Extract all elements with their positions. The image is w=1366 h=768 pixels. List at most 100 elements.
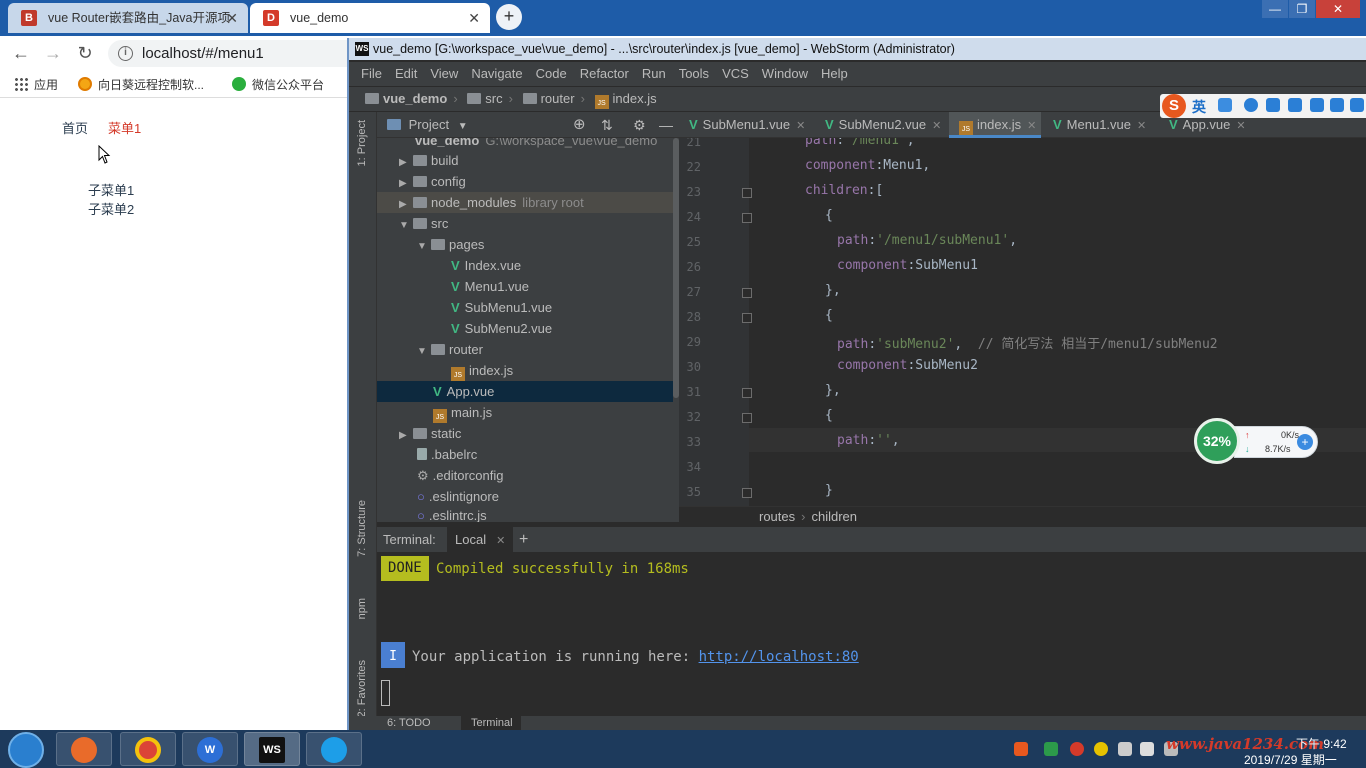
crumb-router[interactable]: router (541, 91, 575, 106)
close-tab-icon[interactable]: ✕ (226, 3, 238, 33)
close-icon[interactable]: ✕ (1236, 120, 1245, 132)
clock-date[interactable]: 2019/7/29 星期一 (1244, 751, 1337, 768)
network-monitor-widget[interactable]: ↑ 0K/s ↓ 8.7K/s + 32% (1194, 418, 1320, 464)
terminal-output[interactable]: DONE Compiled successfully in 168ms I Yo… (377, 552, 1366, 716)
settings-gear-icon[interactable]: ⚙ (633, 112, 646, 138)
close-icon[interactable]: ✕ (932, 120, 941, 132)
locate-icon[interactable]: ⊕ (573, 112, 586, 138)
fold-marker-icon[interactable] (742, 188, 752, 198)
tree-item-build[interactable]: ▶ build (377, 150, 673, 171)
tree-item-router[interactable]: ▼ router (377, 339, 673, 360)
project-view-select[interactable]: Project (409, 117, 449, 132)
forward-arrow-icon[interactable]: → (42, 42, 64, 64)
start-button[interactable] (8, 732, 44, 768)
reload-icon[interactable]: ↻ (74, 42, 96, 64)
close-tab-icon[interactable]: ✕ (468, 3, 480, 33)
menu-refactor[interactable]: Refactor (580, 62, 629, 86)
address-bar[interactable]: i localhost/#/menu1 (108, 40, 368, 67)
crumb-project[interactable]: vue_demo (383, 91, 447, 106)
close-icon[interactable]: ✕ (1137, 120, 1146, 132)
voice-icon[interactable] (1266, 98, 1280, 112)
back-arrow-icon[interactable]: ← (10, 42, 32, 64)
close-icon[interactable]: ✕ (496, 535, 505, 547)
tool-npm[interactable]: npm (356, 598, 368, 619)
submenu-link-2[interactable]: 子菜单2 (88, 199, 134, 218)
dropdown-arrow-icon[interactable]: ▼ (458, 121, 468, 132)
menu-code[interactable]: Code (536, 62, 567, 86)
ime-lang-toggle[interactable]: 英 (1192, 97, 1206, 117)
tree-item-index-js[interactable]: JS index.js (377, 360, 673, 381)
terminal-session-local[interactable]: Local ✕ (447, 527, 514, 553)
security-shield-icon[interactable] (1044, 742, 1058, 756)
taskbar-app-webstorm[interactable]: WS (244, 732, 300, 766)
hide-panel-icon[interactable]: — (659, 112, 673, 138)
fold-marker-icon[interactable] (742, 413, 752, 423)
action-center-icon[interactable] (1140, 742, 1154, 756)
tree-item-src[interactable]: ▼ src (377, 213, 673, 234)
bookmark-sunflower[interactable]: 向日葵远程控制软... (78, 76, 204, 93)
crumb-src[interactable]: src (485, 91, 502, 106)
tree-item-babelrc[interactable]: .babelrc (377, 444, 673, 465)
clock-time[interactable]: 下午 9:42 (1296, 735, 1347, 752)
tree-item-eslintignore[interactable]: ○ .eslintignore (377, 486, 673, 507)
tree-root[interactable]: vue_demo G:\workspace_vue\vue_demo (377, 138, 673, 150)
fold-marker-icon[interactable] (742, 288, 752, 298)
tree-item-menu1-vue[interactable]: V Menu1.vue (377, 276, 673, 297)
restore-icon[interactable]: ❐ (1289, 0, 1315, 18)
fold-marker-icon[interactable] (742, 313, 752, 323)
tab-index-js[interactable]: JS index.js ✕ (949, 112, 1041, 138)
tree-item-main-js[interactable]: JS main.js (377, 402, 673, 423)
plugin-icon[interactable] (1094, 742, 1108, 756)
bookmark-wechat[interactable]: 微信公众平台 (232, 76, 324, 93)
fold-marker-icon[interactable] (742, 213, 752, 223)
minimize-icon[interactable]: — (1262, 0, 1288, 18)
close-icon[interactable]: ✕ (1027, 120, 1036, 132)
menu-vcs[interactable]: VCS (722, 62, 749, 86)
tree-item-app-vue[interactable]: V App.vue (377, 381, 673, 402)
browser-tab-vue-router[interactable]: B vue Router嵌套路由_Java开源项 ✕ (8, 3, 248, 33)
collapse-icon[interactable]: ⇅ (601, 112, 613, 138)
keyboard-icon[interactable] (1288, 98, 1302, 112)
toolbox-icon[interactable] (1350, 98, 1364, 112)
menu-window[interactable]: Window (762, 62, 808, 86)
antivirus-icon[interactable] (1070, 742, 1084, 756)
submenu-link-1[interactable]: 子菜单1 (88, 180, 134, 199)
fold-marker-icon[interactable] (742, 488, 752, 498)
tree-item-static[interactable]: ▶ static (377, 423, 673, 444)
close-icon[interactable]: ✕ (796, 120, 805, 132)
tree-item-submenu2-vue[interactable]: V SubMenu2.vue (377, 318, 673, 339)
browser-tab-vue-demo[interactable]: D vue_demo ✕ (250, 3, 490, 33)
expand-icon[interactable]: + (1297, 434, 1313, 450)
tree-item-pages[interactable]: ▼ pages (377, 234, 673, 255)
menu-view[interactable]: View (430, 62, 458, 86)
close-window-icon[interactable]: ✕ (1316, 0, 1360, 18)
tree-item-submenu1-vue[interactable]: V SubMenu1.vue (377, 297, 673, 318)
tree-item-node-modules[interactable]: ▶ node_modules library root (377, 192, 673, 213)
menu-file[interactable]: File (361, 62, 382, 86)
new-session-button[interactable]: + (519, 527, 528, 553)
menu-help[interactable]: Help (821, 62, 848, 86)
crumb-file[interactable]: index.js (613, 91, 657, 106)
taskbar-app-wps[interactable]: W (182, 732, 238, 766)
site-info-icon[interactable]: i (118, 46, 133, 61)
tab-submenu1-vue[interactable]: V SubMenu1.vue ✕ (679, 112, 805, 138)
menu-edit[interactable]: Edit (395, 62, 417, 86)
crumb-children[interactable]: children (811, 509, 857, 524)
taskbar-app-chrome[interactable] (120, 732, 176, 766)
new-tab-button[interactable]: + (496, 4, 522, 30)
crumb-routes[interactable]: routes (759, 509, 795, 524)
punctuation-icon[interactable] (1218, 98, 1232, 112)
nav-link-home[interactable]: 首页 (62, 118, 88, 137)
user-icon[interactable] (1310, 98, 1324, 112)
taskbar-app-pinwheel[interactable] (56, 732, 112, 766)
tool-structure[interactable]: 7: Structure (356, 500, 368, 557)
tree-item-config[interactable]: ▶ config (377, 171, 673, 192)
menu-run[interactable]: Run (642, 62, 666, 86)
network-icon[interactable] (1118, 742, 1132, 756)
tool-terminal[interactable]: Terminal (461, 716, 521, 730)
skin-icon[interactable] (1330, 98, 1344, 112)
localhost-link[interactable]: http://localhost:80 (699, 649, 859, 665)
tree-item-editorconfig[interactable]: ⚙ .editorconfig (377, 465, 673, 486)
tool-favorites[interactable]: 2: Favorites (356, 660, 368, 717)
taskbar-app-qq[interactable] (306, 732, 362, 766)
